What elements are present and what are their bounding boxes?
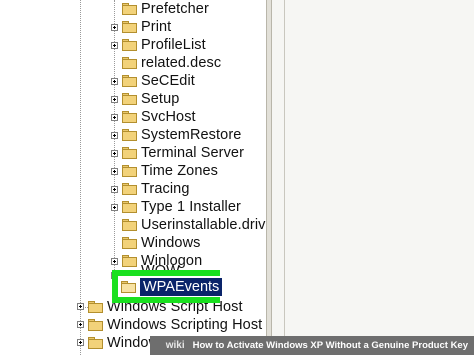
values-pane[interactable] xyxy=(272,0,474,355)
tree-item[interactable]: SvcHost xyxy=(122,108,196,126)
tree-item-selected[interactable]: WPAEvents xyxy=(118,276,225,297)
folder-icon xyxy=(122,165,137,177)
expand-icon[interactable] xyxy=(111,132,118,139)
expand-icon[interactable] xyxy=(77,303,84,310)
tree-item[interactable]: Windows xyxy=(122,234,201,252)
tree-item[interactable]: Userinstallable.drivers xyxy=(122,216,266,234)
expand-icon[interactable] xyxy=(111,204,118,211)
tree-item-label: Type 1 Installer xyxy=(141,199,241,215)
tree-item-label: Tracing xyxy=(141,181,190,197)
tree-item[interactable]: Time Zones xyxy=(122,162,218,180)
tree-item-label: SystemRestore xyxy=(141,127,242,143)
folder-icon xyxy=(122,219,137,231)
tree-item[interactable]: Tracing xyxy=(122,180,190,198)
tree-item-label: Time Zones xyxy=(141,163,219,179)
open-folder-icon xyxy=(121,280,136,293)
folder-icon xyxy=(122,237,137,249)
selected-item-label: WPAEvents xyxy=(140,277,223,296)
folder-icon xyxy=(122,57,137,69)
tree-item[interactable]: related.desc xyxy=(122,54,221,72)
tree-item-label: SeCEdit xyxy=(141,73,195,89)
tree-item[interactable]: ProfileList xyxy=(122,36,206,54)
expand-icon[interactable] xyxy=(77,339,84,346)
tree-item[interactable]: SystemRestore xyxy=(122,126,241,144)
expand-icon[interactable] xyxy=(77,321,84,328)
tree-item-label: related.desc xyxy=(141,55,222,71)
folder-icon xyxy=(122,129,137,141)
expand-icon[interactable] xyxy=(111,186,118,193)
folder-icon xyxy=(122,111,137,123)
folder-icon xyxy=(122,183,137,195)
folder-icon xyxy=(122,39,137,51)
tree-item-label: Windows Scripting Host xyxy=(107,317,263,333)
tree-item[interactable]: Setup xyxy=(122,90,179,108)
folder-icon xyxy=(122,75,137,87)
expand-icon[interactable] xyxy=(111,78,118,85)
tree-item-label: Print xyxy=(141,19,172,35)
folder-icon xyxy=(88,301,103,313)
expand-icon[interactable] xyxy=(111,168,118,175)
watermark-caption: wiki How to Activate Windows XP Without … xyxy=(150,336,474,355)
folder-icon xyxy=(88,337,103,349)
tree-item[interactable]: SeCEdit xyxy=(122,72,195,90)
tree-item-label: SvcHost xyxy=(141,109,196,125)
caption-text: How to Activate Windows XP Without a Gen… xyxy=(192,340,468,351)
tree-item[interactable]: Terminal Server xyxy=(122,144,244,162)
tree-guide-line-root xyxy=(80,0,81,355)
tree-item-label: Setup xyxy=(141,91,180,107)
tree-item-label: ProfileList xyxy=(141,37,206,53)
tree-item-label: Userinstallable.drivers xyxy=(141,217,266,233)
folder-icon xyxy=(122,147,137,159)
tree-item[interactable]: Type 1 Installer xyxy=(122,198,241,216)
tree-item[interactable]: Print xyxy=(122,18,171,36)
expand-icon[interactable] xyxy=(111,150,118,157)
folder-icon xyxy=(88,319,103,331)
folder-icon xyxy=(122,93,137,105)
caption-site: wiki xyxy=(165,340,185,351)
column-divider xyxy=(284,0,285,355)
expand-icon[interactable] xyxy=(111,258,118,265)
expand-icon[interactable] xyxy=(111,42,118,49)
tree-item-label: Prefetcher xyxy=(141,1,209,17)
tree-item[interactable]: Windows Scripting Host xyxy=(88,316,262,334)
expand-icon[interactable] xyxy=(111,24,118,31)
folder-icon xyxy=(122,21,137,33)
expand-icon[interactable] xyxy=(111,114,118,121)
folder-icon xyxy=(122,3,137,15)
folder-icon xyxy=(122,201,137,213)
expand-icon[interactable] xyxy=(111,96,118,103)
tree-item[interactable]: Prefetcher xyxy=(122,0,209,18)
tree-item-label: Terminal Server xyxy=(141,145,245,161)
tree-item-label: Windows xyxy=(141,235,201,251)
